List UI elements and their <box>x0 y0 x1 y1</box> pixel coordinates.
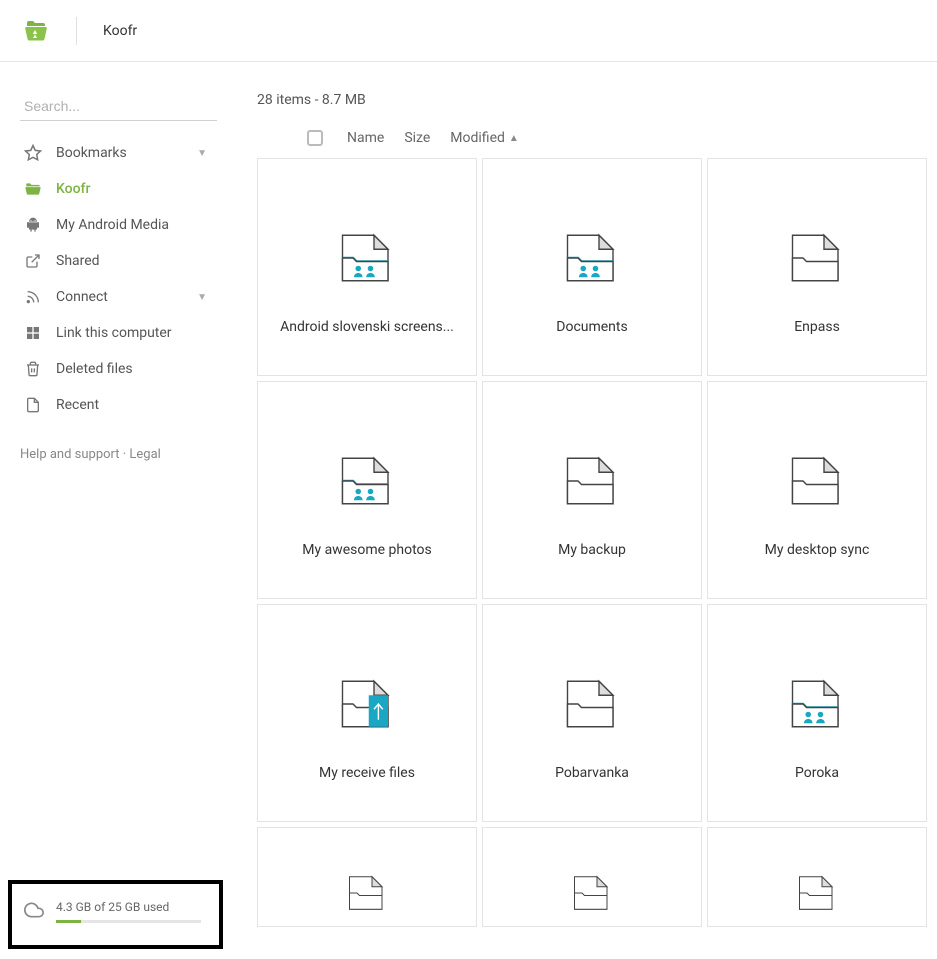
folder-icon <box>330 868 404 918</box>
help-link[interactable]: Help and support <box>20 447 120 462</box>
sidebar-item-label: Bookmarks <box>56 145 127 161</box>
shared-folder-icon <box>780 669 854 739</box>
upload-folder-icon <box>330 669 404 739</box>
recent-icon <box>24 396 42 414</box>
column-size[interactable]: Size <box>404 130 430 146</box>
sidebar-item-android[interactable]: My Android Media <box>20 207 237 243</box>
folder-folder-icon <box>555 446 629 516</box>
sidebar-item-shared[interactable]: Shared <box>20 243 237 279</box>
file-tile[interactable] <box>482 827 702 927</box>
sidebar-footer-links: Help and support · Legal <box>20 447 237 462</box>
nav-list: Bookmarks ▼ Koofr My Android Media Shar <box>20 135 237 423</box>
sidebar-item-label: Link this computer <box>56 325 172 341</box>
app-logo[interactable] <box>22 17 50 45</box>
external-icon <box>24 252 42 270</box>
file-name: My desktop sync <box>765 542 870 558</box>
shared-folder-icon <box>330 446 404 516</box>
sidebar-item-deleted[interactable]: Deleted files <box>20 351 237 387</box>
folder-folder-icon <box>780 223 854 293</box>
chevron-down-icon: ▼ <box>197 292 207 303</box>
chevron-down-icon: ▼ <box>197 148 207 159</box>
file-name: Android slovenski screens... <box>280 319 454 335</box>
search-input[interactable] <box>20 92 217 121</box>
koofr-icon <box>24 180 42 198</box>
items-summary: 28 items - 8.7 MB <box>257 92 927 108</box>
folder-icon <box>780 868 854 918</box>
legal-link[interactable]: Legal <box>129 447 160 462</box>
sidebar-item-recent[interactable]: Recent <box>20 387 237 423</box>
breadcrumb[interactable]: Koofr <box>103 23 137 39</box>
file-name: Documents <box>556 319 627 335</box>
column-modified[interactable]: Modified ▲ <box>450 130 519 146</box>
sidebar-item-label: My Android Media <box>56 217 169 233</box>
file-tile[interactable]: Poroka <box>707 604 927 822</box>
storage-fill <box>56 920 81 923</box>
rss-icon <box>24 288 42 306</box>
file-grid: Android slovenski screens... Documents Enp… <box>257 158 927 927</box>
storage-track <box>56 920 201 923</box>
folder-icon <box>555 868 629 918</box>
file-tile[interactable]: My backup <box>482 381 702 599</box>
sidebar-item-label: Connect <box>56 289 108 305</box>
file-tile[interactable] <box>707 827 927 927</box>
sidebar-item-label: Shared <box>56 253 100 269</box>
file-tile[interactable]: My awesome photos <box>257 381 477 599</box>
file-name: My awesome photos <box>302 542 431 558</box>
shared-folder-icon <box>555 223 629 293</box>
file-tile[interactable]: Documents <box>482 158 702 376</box>
storage-text: 4.3 GB of 25 GB used <box>56 900 201 914</box>
file-tile[interactable]: My desktop sync <box>707 381 927 599</box>
file-tile[interactable] <box>257 827 477 927</box>
grid-icon <box>24 324 42 342</box>
folder-folder-icon <box>780 446 854 516</box>
sidebar: Bookmarks ▼ Koofr My Android Media Shar <box>0 62 257 959</box>
sidebar-item-label: Koofr <box>56 181 90 197</box>
columns-header: Name Size Modified ▲ <box>257 130 927 158</box>
file-name: My receive files <box>319 765 415 781</box>
file-name: Enpass <box>794 319 840 335</box>
select-all-checkbox[interactable] <box>307 130 323 146</box>
file-tile[interactable]: Android slovenski screens... <box>257 158 477 376</box>
file-tile[interactable]: Pobarvanka <box>482 604 702 822</box>
column-modified-label: Modified <box>450 130 505 146</box>
sidebar-item-label: Recent <box>56 397 99 413</box>
header: Koofr <box>0 0 937 62</box>
sort-asc-icon: ▲ <box>509 133 519 144</box>
file-name: Poroka <box>795 765 839 781</box>
folder-folder-icon <box>555 669 629 739</box>
cloud-icon <box>24 900 44 920</box>
file-name: My backup <box>558 542 626 558</box>
android-icon <box>24 216 42 234</box>
star-icon <box>24 144 42 162</box>
shared-folder-icon <box>330 223 404 293</box>
sidebar-item-label: Deleted files <box>56 361 133 377</box>
file-tile[interactable]: Enpass <box>707 158 927 376</box>
column-name[interactable]: Name <box>347 130 384 146</box>
separator: · <box>120 447 130 462</box>
sidebar-item-link-computer[interactable]: Link this computer <box>20 315 237 351</box>
sidebar-item-connect[interactable]: Connect ▼ <box>20 279 237 315</box>
file-tile[interactable]: My receive files <box>257 604 477 822</box>
main-panel: 28 items - 8.7 MB Name Size Modified ▲ A… <box>257 62 937 959</box>
sidebar-item-koofr[interactable]: Koofr <box>20 171 237 207</box>
koofr-logo-icon <box>22 17 50 45</box>
sidebar-item-bookmarks[interactable]: Bookmarks ▼ <box>20 135 237 171</box>
file-name: Pobarvanka <box>555 765 629 781</box>
storage-widget: 4.3 GB of 25 GB used <box>8 880 223 949</box>
trash-icon <box>24 360 42 378</box>
header-divider <box>76 17 77 45</box>
